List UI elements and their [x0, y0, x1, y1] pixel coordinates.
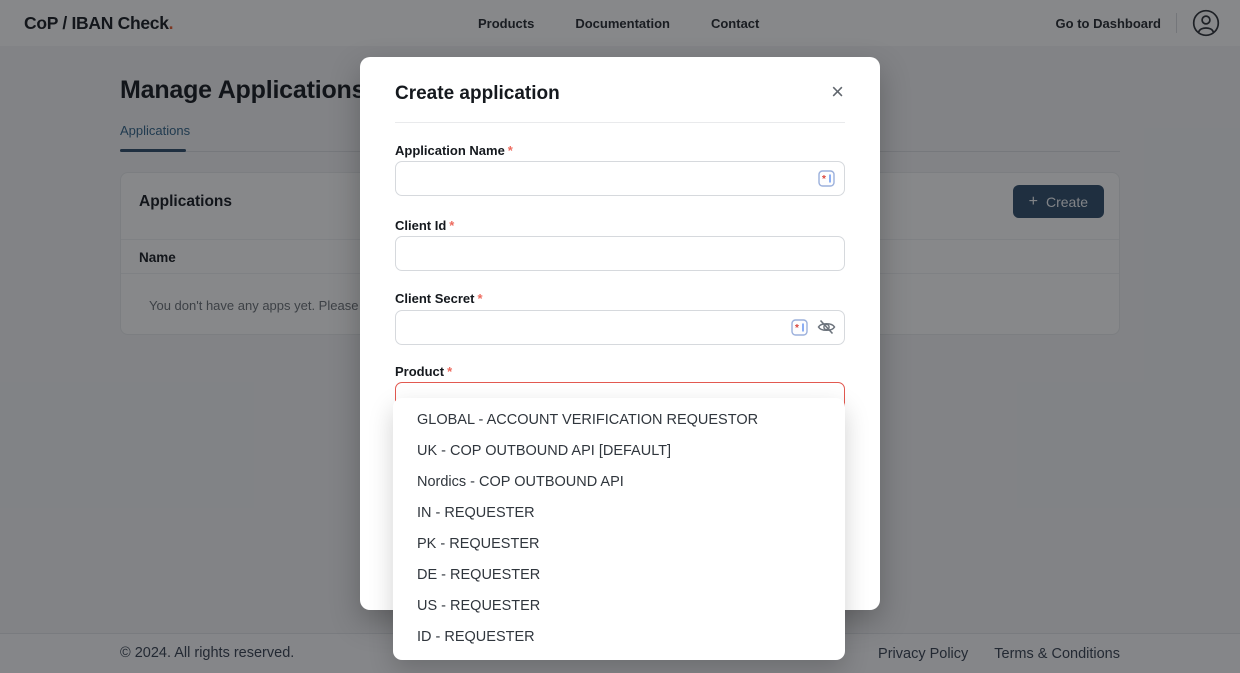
dropdown-option[interactable]: DE - REQUESTER [393, 560, 845, 591]
modal-title-divider [395, 122, 845, 123]
eye-off-icon[interactable] [817, 318, 836, 336]
product-dropdown: GLOBAL - ACCOUNT VERIFICATION REQUESTOR … [393, 398, 845, 660]
dropdown-option[interactable]: UK - COP OUTBOUND API [DEFAULT] [393, 436, 845, 467]
dropdown-option[interactable]: ID - REQUESTER [393, 622, 845, 653]
client-secret-input[interactable] [395, 310, 845, 345]
required-marker: * [447, 364, 452, 379]
autofill-icon[interactable]: * [791, 319, 808, 336]
required-marker: * [449, 218, 454, 233]
required-marker: * [508, 143, 513, 158]
client-id-label: Client Id* [395, 218, 454, 233]
dropdown-option[interactable]: Nordics - COP OUTBOUND API [393, 467, 845, 498]
close-icon[interactable]: × [831, 81, 844, 103]
svg-text:*: * [795, 323, 799, 334]
client-id-input[interactable] [395, 236, 845, 271]
required-marker: * [477, 291, 482, 306]
application-name-label: Application Name* [395, 143, 513, 158]
dropdown-option[interactable]: US - REQUESTER [393, 591, 845, 622]
modal-title: Create application [395, 83, 560, 105]
autofill-icon[interactable]: * [818, 170, 835, 187]
dropdown-option[interactable]: PK - REQUESTER [393, 529, 845, 560]
product-label: Product* [395, 364, 452, 379]
client-secret-label: Client Secret* [395, 291, 483, 306]
dropdown-option[interactable]: IN - REQUESTER [393, 498, 845, 529]
svg-text:*: * [822, 174, 826, 185]
page: CoP / IBAN Check. Products Documentation… [0, 0, 1240, 673]
dropdown-option[interactable]: GLOBAL - ACCOUNT VERIFICATION REQUESTOR [393, 405, 845, 436]
application-name-input[interactable] [395, 161, 845, 196]
